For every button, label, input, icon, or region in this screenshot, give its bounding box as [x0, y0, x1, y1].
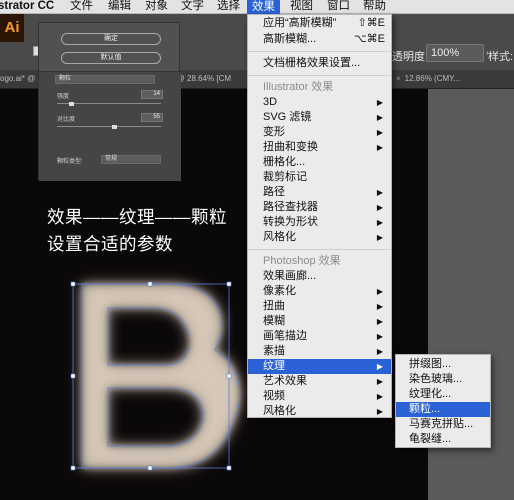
effect-gallery-item[interactable]: 效果画廊...: [248, 269, 391, 284]
stylize-item[interactable]: 风格化 ▶: [248, 230, 391, 245]
artistic-item[interactable]: 艺术效果 ▶: [248, 374, 391, 389]
distort-item[interactable]: 扭曲 ▶: [248, 299, 391, 314]
menu-divider: [248, 51, 391, 52]
texture-item[interactable]: 纹理 ▶: [248, 359, 391, 374]
pathfinder-item[interactable]: 路径查找器 ▶: [248, 200, 391, 215]
rasterize-item[interactable]: 栅格化...: [248, 155, 391, 170]
effect-menu: 应用“高斯模糊” ⇧⌘E 高斯模糊... ⌥⌘E 文档栅格效果设置... Illus…: [247, 14, 392, 418]
grain-type-label: 颗粒类型:: [57, 159, 83, 165]
caption-line-2: 设置合适的参数: [47, 234, 173, 254]
caption-line-1: 效果——纹理——颗粒: [47, 207, 227, 227]
intensity-slider-handle[interactable]: [69, 102, 74, 106]
stained-glass-item[interactable]: 染色玻璃...: [396, 372, 490, 387]
menu-divider: [248, 75, 391, 76]
document-raster-settings-item[interactable]: 文档栅格效果设置...: [248, 56, 391, 71]
texturizer-item[interactable]: 纹理化...: [396, 387, 490, 402]
menu-divider: [248, 249, 391, 250]
crop-marks-item[interactable]: 裁剪标记: [248, 170, 391, 185]
filter-select[interactable]: 颗粒: [55, 75, 155, 84]
sketch-item[interactable]: 素描 ▶: [248, 344, 391, 359]
craquelure-item[interactable]: 龟裂缝...: [396, 432, 490, 447]
path-item[interactable]: 路径 ▶: [248, 185, 391, 200]
contrast-input[interactable]: 55: [141, 113, 163, 122]
texture-submenu: 拼缀图... 染色玻璃... 纹理化... 颗粒... 马赛克拼贴... 龟裂缝…: [395, 354, 491, 448]
grain-type-select[interactable]: 常规: [101, 155, 161, 164]
intensity-input[interactable]: 14: [141, 90, 163, 99]
photoshop-effects-header: Photoshop 效果: [263, 255, 341, 267]
gaussian-blur-item[interactable]: 高斯模糊... ⌥⌘E: [248, 32, 391, 47]
warp-item[interactable]: 变形 ▶: [248, 125, 391, 140]
grain-item[interactable]: 颗粒...: [396, 402, 490, 417]
brush-strokes-item[interactable]: 画笔描边 ▶: [248, 329, 391, 344]
apply-last-effect-item[interactable]: 应用“高斯模糊” ⇧⌘E: [248, 16, 391, 31]
mosaic-tiles-item[interactable]: 马赛克拼贴...: [396, 417, 490, 432]
illustrator-effects-header: Illustrator 效果: [263, 81, 334, 93]
patchwork-item[interactable]: 拼缀图...: [396, 357, 490, 372]
grain-settings-panel: 颗粒 强度 14 对比度 55 颗粒类型: 常规: [39, 71, 181, 181]
contrast-slider-handle[interactable]: [112, 125, 117, 129]
distort-transform-item[interactable]: 扭曲和变换 ▶: [248, 140, 391, 155]
grain-dialog: 确定 默认值 颗粒 强度 14 对比度 55 颗粒类型: 常规: [38, 22, 181, 181]
video-item[interactable]: 视频 ▶: [248, 389, 391, 404]
convert-to-shape-item[interactable]: 转换为形状 ▶: [248, 215, 391, 230]
pixelate-item[interactable]: 像素化 ▶: [248, 284, 391, 299]
default-button[interactable]: 默认值: [61, 52, 161, 64]
effect-3d-item[interactable]: 3D ▶: [248, 95, 391, 110]
stylize-ps-item[interactable]: 风格化 ▶: [248, 404, 391, 419]
contrast-slider[interactable]: [57, 126, 161, 127]
svg-filters-item[interactable]: SVG 滤镜 ▶: [248, 110, 391, 125]
intensity-label: 强度: [57, 94, 70, 100]
contrast-label: 对比度: [57, 117, 76, 123]
blur-item[interactable]: 模糊 ▶: [248, 314, 391, 329]
ok-button[interactable]: 确定: [61, 33, 161, 45]
